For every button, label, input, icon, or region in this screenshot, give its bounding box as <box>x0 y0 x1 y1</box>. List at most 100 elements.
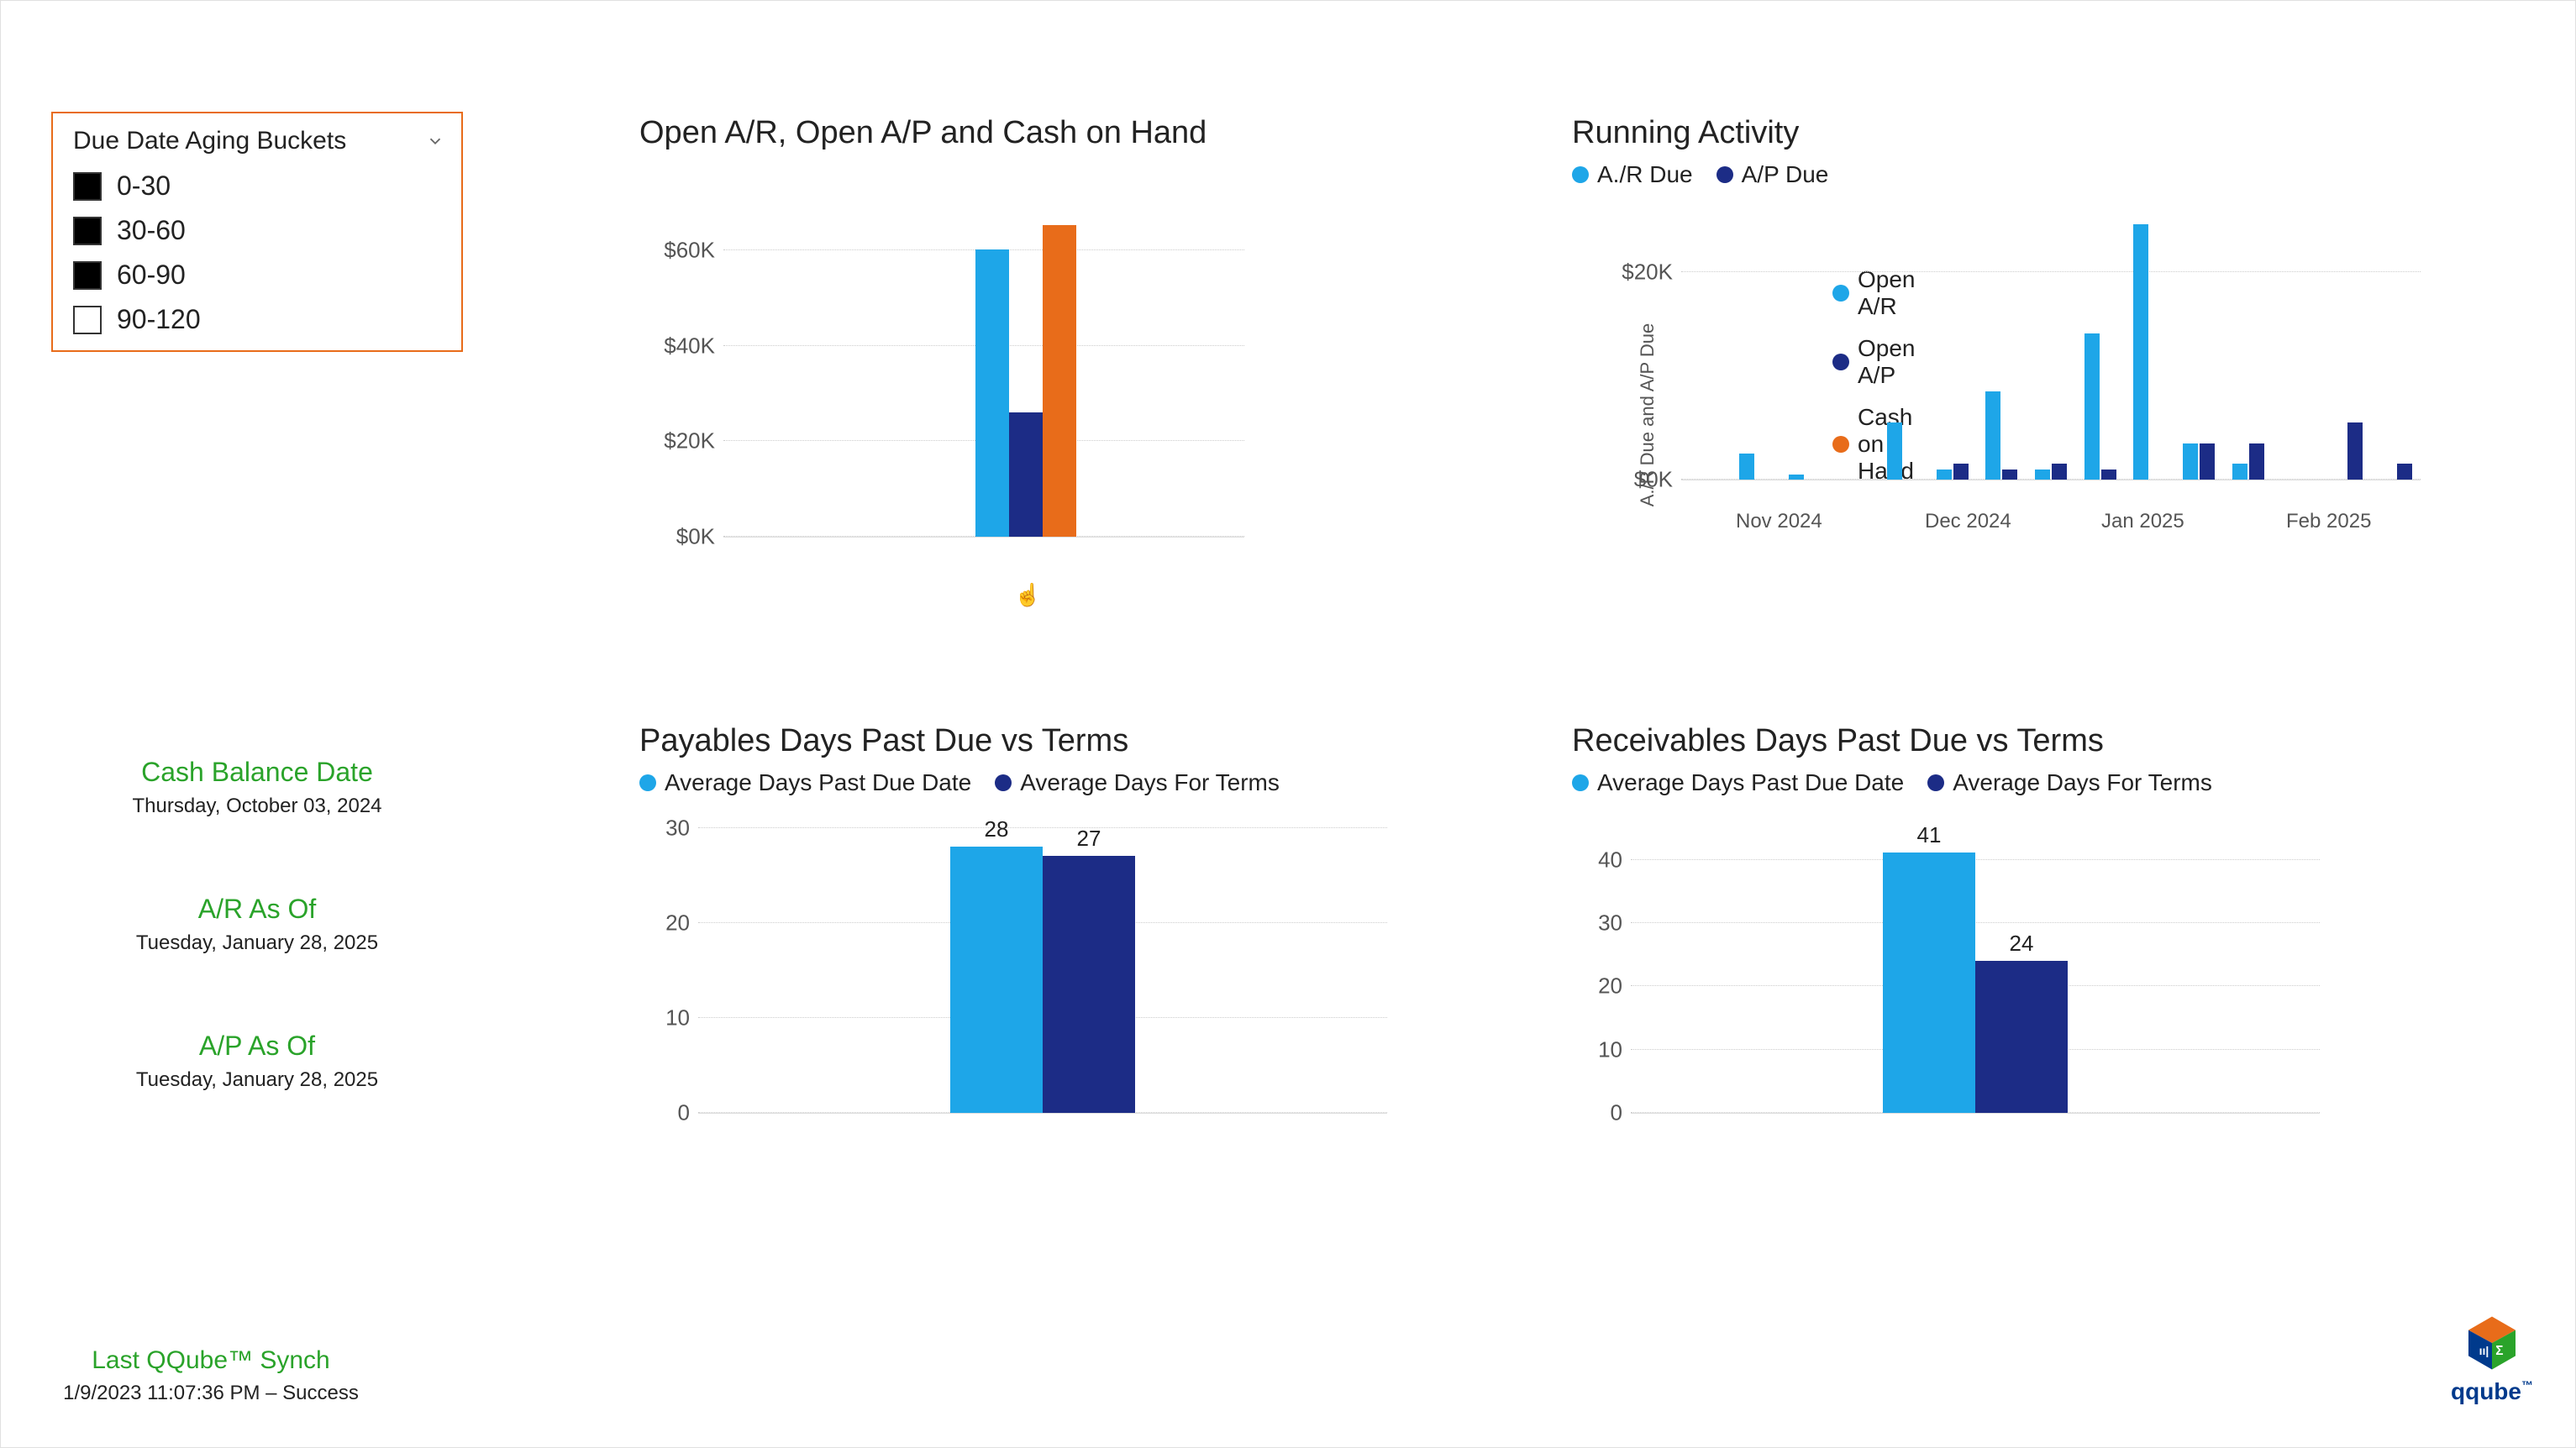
checkbox-icon[interactable] <box>73 217 102 245</box>
legend-item: Average Days Past Due Date <box>1572 769 1904 796</box>
bar-pair <box>1937 464 1969 480</box>
card-value: Tuesday, January 28, 2025 <box>51 1068 463 1092</box>
y-tick: 0 <box>623 1100 690 1126</box>
bar-group: 28 27 <box>950 847 1135 1113</box>
y-tick: $20K <box>648 428 715 454</box>
checkbox-icon[interactable] <box>73 172 102 201</box>
bar-ar-due[interactable] <box>2133 224 2148 480</box>
bar-ar-due[interactable] <box>2232 464 2247 480</box>
logo-text: qqube™ <box>2451 1378 2533 1405</box>
y-tick: $40K <box>648 333 715 359</box>
bar-avg-terms[interactable]: 27 <box>1043 856 1135 1113</box>
legend-label: A./R Due <box>1597 161 1693 188</box>
chart-running-activity[interactable]: Running Activity A./R Due A/P Due $0K $2… <box>1572 115 2454 480</box>
bar-ap-due[interactable] <box>2200 443 2215 480</box>
legend-swatch-icon <box>1572 774 1589 791</box>
bar-ar-due[interactable] <box>1887 422 1902 480</box>
chevron-down-icon[interactable] <box>426 132 444 150</box>
bar-group <box>1681 220 2421 480</box>
card-value: Tuesday, January 28, 2025 <box>51 931 463 955</box>
legend-item: Average Days For Terms <box>995 769 1280 796</box>
legend-label: Average Days For Terms <box>1953 769 2212 796</box>
card-title: A/P As Of <box>51 1031 463 1062</box>
bar-pair <box>2084 333 2116 480</box>
bar-open-ar[interactable] <box>975 249 1009 537</box>
slicer-item-0-30[interactable]: 0-30 <box>53 164 461 208</box>
legend-swatch-icon <box>1927 774 1944 791</box>
bar-ap-due[interactable] <box>2249 443 2264 480</box>
card-value: 1/9/2023 11:07:36 PM – Success <box>43 1382 379 1405</box>
legend-item: A/P Due <box>1716 161 1829 188</box>
bar-ap-due[interactable] <box>2052 464 2067 480</box>
ar-asof-card: A/R As Of Tuesday, January 28, 2025 <box>51 894 463 955</box>
bar-cash-on-hand[interactable] <box>1043 225 1076 537</box>
bar-label: 41 <box>1883 822 1975 848</box>
bar-pair <box>1789 475 1821 480</box>
qqube-logo: ıı| Σ qqube™ <box>2451 1314 2533 1405</box>
card-value: Thursday, October 03, 2024 <box>51 795 463 818</box>
legend-swatch-icon <box>1572 166 1589 183</box>
bar-ap-due[interactable] <box>2101 470 2116 480</box>
y-tick: 40 <box>1555 847 1622 873</box>
legend-item: Average Days Past Due Date <box>639 769 971 796</box>
bar-ar-due[interactable] <box>1937 470 1952 480</box>
y-tick: 10 <box>1555 1036 1622 1062</box>
chart-legend: Average Days Past Due Date Average Days … <box>639 769 1412 811</box>
plot-area: 0 10 20 30 40 41 24 <box>1631 828 2320 1114</box>
bar-label: 27 <box>1043 826 1135 852</box>
bar-open-ap[interactable] <box>1009 412 1043 537</box>
legend-label: Average Days Past Due Date <box>1597 769 1904 796</box>
chart-open-ar-ap-cash[interactable]: Open A/R, Open A/P and Cash on Hand $0K … <box>639 115 1412 538</box>
checkbox-icon[interactable] <box>73 261 102 290</box>
bar-ar-due[interactable] <box>1985 391 2000 480</box>
chart-receivables-days[interactable]: Receivables Days Past Due vs Terms Avera… <box>1572 723 2345 1114</box>
y-tick: 20 <box>623 910 690 936</box>
slicer-item-90-120[interactable]: 90-120 <box>53 297 461 342</box>
bar-avg-past-due[interactable]: 41 <box>1883 853 1975 1113</box>
bar-pair <box>2380 464 2412 480</box>
card-title: A/R As Of <box>51 894 463 925</box>
slicer-item-30-60[interactable]: 30-60 <box>53 208 461 253</box>
bar-pair <box>2331 422 2363 480</box>
legend-swatch-icon <box>639 774 656 791</box>
checkbox-icon[interactable] <box>73 306 102 334</box>
plot-area: $0K $20K $40K $60K <box>723 202 1244 538</box>
bar-ar-due[interactable] <box>1739 454 1754 480</box>
y-tick: 30 <box>1555 910 1622 936</box>
slicer-header[interactable]: Due Date Aging Buckets <box>53 122 461 164</box>
bar-ar-due[interactable] <box>2035 470 2050 480</box>
legend-label: Average Days Past Due Date <box>665 769 971 796</box>
bar-ap-due[interactable] <box>1953 464 1969 480</box>
info-column: Cash Balance Date Thursday, October 03, … <box>51 757 463 1167</box>
legend-label: Average Days For Terms <box>1020 769 1280 796</box>
bar-label: 28 <box>950 816 1043 842</box>
bar-ap-due[interactable] <box>2002 470 2017 480</box>
bar-ar-due[interactable] <box>2084 333 2100 480</box>
bar-ap-due[interactable] <box>2347 422 2363 480</box>
slicer-title: Due Date Aging Buckets <box>73 127 346 155</box>
card-title: Last QQube™ Synch <box>43 1346 379 1375</box>
bar-avg-terms[interactable]: 24 <box>1975 961 2068 1113</box>
y-tick: 10 <box>623 1005 690 1031</box>
slicer-item-60-90[interactable]: 60-90 <box>53 253 461 297</box>
aging-bucket-slicer[interactable]: Due Date Aging Buckets 0-30 30-60 60-90 … <box>51 112 463 352</box>
chart-title: Open A/R, Open A/P and Cash on Hand <box>639 115 1412 151</box>
y-axis-label: A./R Due and A/P Due <box>1637 306 1659 524</box>
plot-area: 0 10 20 30 28 27 <box>698 828 1387 1114</box>
svg-text:ıı|: ıı| <box>2479 1344 2489 1357</box>
bar-ar-due[interactable] <box>2183 443 2198 480</box>
y-tick: 30 <box>623 816 690 842</box>
cash-balance-card: Cash Balance Date Thursday, October 03, … <box>51 757 463 818</box>
legend-swatch-icon <box>995 774 1012 791</box>
chart-legend: A./R Due A/P Due <box>1572 161 2454 203</box>
bar-avg-past-due[interactable]: 28 <box>950 847 1043 1113</box>
plot-area: $0K $20K Nov 2024 Dec 2024 Jan 2025 Feb … <box>1681 220 2421 480</box>
x-tick: Jan 2025 <box>2101 510 2184 533</box>
legend-item: A./R Due <box>1572 161 1693 188</box>
slicer-item-label: 30-60 <box>117 215 186 246</box>
bar-ar-due[interactable] <box>1789 475 1804 480</box>
bar-ap-due[interactable] <box>2397 464 2412 480</box>
svg-text:Σ: Σ <box>2495 1344 2503 1358</box>
chart-title: Running Activity <box>1572 115 2454 151</box>
chart-payables-days[interactable]: Payables Days Past Due vs Terms Average … <box>639 723 1412 1114</box>
